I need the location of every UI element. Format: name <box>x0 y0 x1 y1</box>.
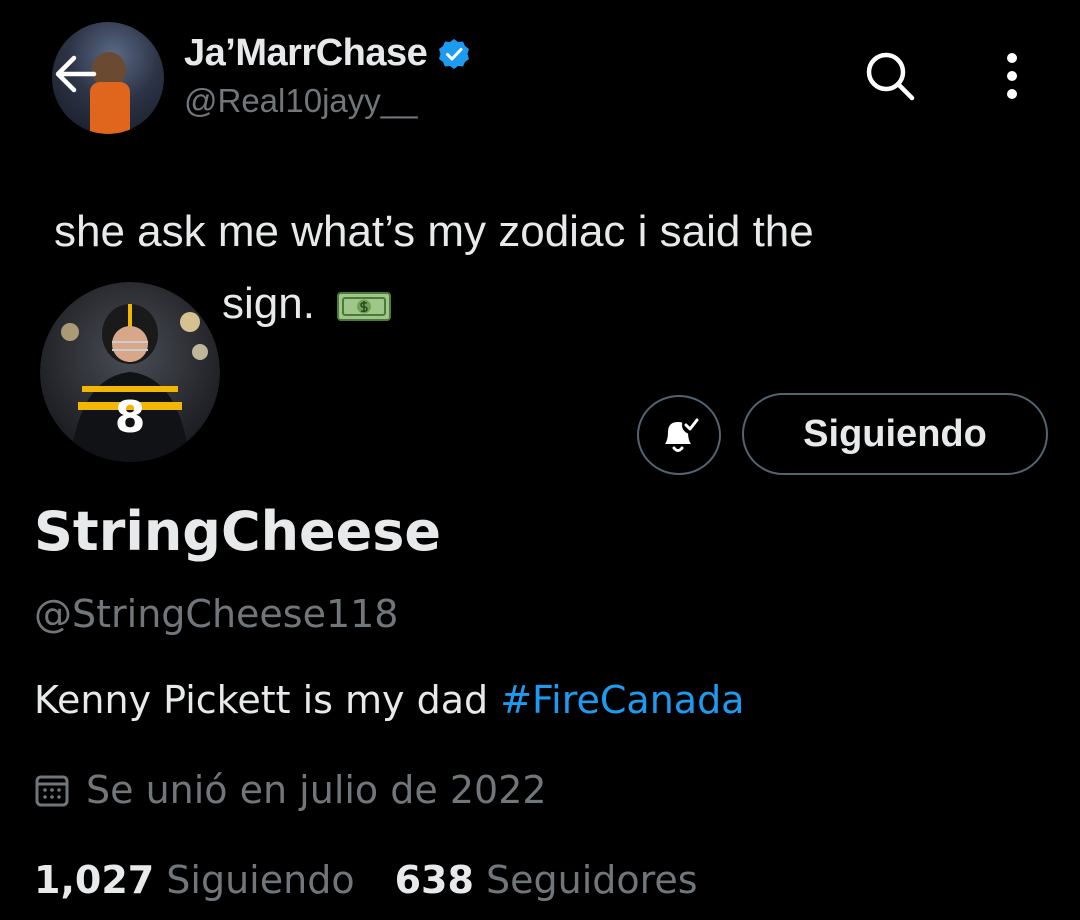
more-options-button[interactable] <box>990 44 1034 108</box>
avatar-jersey-number: 8 <box>115 392 146 443</box>
followers-label: Seguidores <box>486 858 698 902</box>
calendar-icon <box>35 775 69 807</box>
quoted-author-handle: @Real10jayy__ <box>184 82 418 119</box>
arrow-left-icon <box>55 55 97 93</box>
money-bag-icon <box>337 292 392 322</box>
verified-badge-icon <box>439 38 470 69</box>
more-vertical-icon <box>1007 53 1017 99</box>
joined-date-text: Se unió en julio de 2022 <box>86 768 547 812</box>
profile-display-name: StringCheese <box>34 500 442 563</box>
tweet-text-line-1: she ask me what’s my zodiac i said the <box>54 207 814 256</box>
followers-count-link[interactable]: 638 Seguidores <box>395 858 698 902</box>
bio-text: Kenny Pickett is my dad <box>34 678 501 722</box>
profile-avatar-image: 8 <box>40 282 220 462</box>
profile-bio: Kenny Pickett is my dad #FireCanada <box>34 678 744 722</box>
quoted-author-name: Ja’MarrChase <box>184 32 428 74</box>
notifications-button[interactable] <box>637 395 721 475</box>
search-button[interactable] <box>858 44 922 108</box>
bell-check-icon <box>665 416 700 452</box>
followers-count: 638 <box>394 858 474 902</box>
tweet-text-line-2-text: sign. <box>222 279 315 328</box>
following-count-link[interactable]: 1,027 Siguiendo <box>34 858 355 902</box>
profile-handle: @StringCheese118 <box>34 592 399 636</box>
following-button[interactable]: Siguiendo <box>742 393 1048 475</box>
search-icon <box>866 52 915 101</box>
profile-stats: 1,027 Siguiendo 638 Seguidores <box>34 858 698 902</box>
back-button[interactable] <box>48 46 104 102</box>
following-count: 1,027 <box>34 858 155 902</box>
profile-avatar[interactable]: 8 <box>36 278 224 466</box>
joined-date-row: Se unió en julio de 2022 <box>34 768 547 812</box>
following-label: Siguiendo <box>166 858 355 902</box>
bio-hashtag-link[interactable]: #FireCanada <box>500 678 744 722</box>
quoted-author-name-row: Ja’MarrChase <box>184 32 471 75</box>
